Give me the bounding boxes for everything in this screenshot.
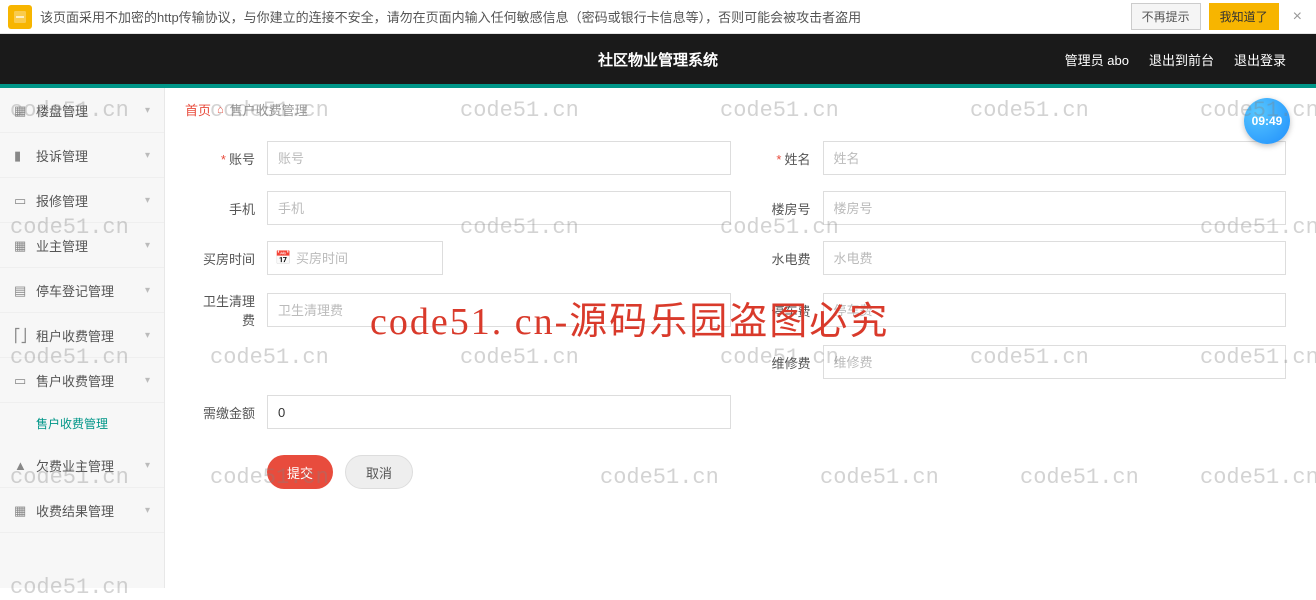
header-front-button[interactable]: 退出到前台 — [1149, 50, 1214, 69]
chevron-down-icon: ▾ — [145, 195, 150, 206]
sidebar-item-label: 业主管理 — [36, 236, 145, 255]
sidebar-item-parking[interactable]: ▤ 停车登记管理 ▾ — [0, 268, 164, 313]
clean-label: 卫生清理费 — [195, 291, 267, 329]
home-icon: ⌂ — [217, 104, 224, 116]
name-input[interactable] — [823, 141, 1287, 175]
header-user[interactable]: 管理员 abo — [1065, 50, 1129, 69]
chevron-down-icon: ▾ — [145, 150, 150, 161]
buytime-input[interactable] — [267, 241, 443, 275]
chevron-down-icon: ▾ — [145, 375, 150, 386]
doc2-icon: ▭ — [14, 373, 28, 387]
parking-input[interactable] — [823, 293, 1287, 327]
header-logout-button[interactable]: 退出登录 — [1234, 50, 1286, 69]
main-content: 首页 ⌂ 售户收费管理 09:49 *账号 *姓名 手机 — [165, 88, 1316, 588]
chevron-down-icon: ▾ — [145, 240, 150, 251]
sidebar-sub-seller-fee[interactable]: 售户收费管理 — [0, 403, 164, 443]
phone-input[interactable] — [267, 191, 731, 225]
security-dismiss-button[interactable]: 不再提示 — [1131, 3, 1201, 30]
close-icon[interactable]: × — [1287, 8, 1308, 26]
account-label: *账号 — [195, 149, 267, 168]
user-icon: ▲ — [14, 458, 28, 472]
sidebar-item-label: 报修管理 — [36, 191, 145, 210]
grid-icon: ▦ — [14, 238, 28, 252]
clock-widget[interactable]: 09:49 — [1244, 98, 1290, 144]
sidebar-item-arrears[interactable]: ▲ 欠费业主管理 ▾ — [0, 443, 164, 488]
chevron-down-icon: ▾ — [145, 330, 150, 341]
total-input[interactable] — [267, 395, 731, 429]
repair-input[interactable] — [823, 345, 1287, 379]
parking-label: 停车费 — [751, 301, 823, 320]
security-text: 该页面采用不加密的http传输协议，与你建立的连接不安全，请勿在页面内输入任何敏… — [40, 7, 1123, 26]
clean-input[interactable] — [267, 293, 731, 327]
app-header: 社区物业管理系统 管理员 abo 退出到前台 退出登录 — [0, 34, 1316, 84]
room-input[interactable] — [823, 191, 1287, 225]
chevron-down-icon: ▾ — [145, 105, 150, 116]
cancel-button[interactable]: 取消 — [345, 455, 413, 489]
chevron-down-icon: ▾ — [145, 505, 150, 516]
utility-label: 水电费 — [751, 249, 823, 268]
chevron-down-icon: ▾ — [145, 285, 150, 296]
sidebar-item-result[interactable]: ▦ 收费结果管理 ▾ — [0, 488, 164, 533]
sidebar-item-label: 租户收费管理 — [36, 326, 145, 345]
sidebar: ▦ 楼盘管理 ▾ ▮ 投诉管理 ▾ ▭ 报修管理 ▾ ▦ 业主管理 ▾ ▤ 停车… — [0, 88, 165, 588]
repair-label: 维修费 — [751, 353, 823, 372]
sidebar-item-label: 收费结果管理 — [36, 501, 145, 520]
account-input[interactable] — [267, 141, 731, 175]
doc-icon: ▭ — [14, 193, 28, 207]
building-icon: ▦ — [14, 103, 28, 117]
sidebar-item-repair[interactable]: ▭ 报修管理 ▾ — [0, 178, 164, 223]
room-label: 楼房号 — [751, 199, 823, 218]
bracket-icon: ⎡⎦ — [14, 328, 28, 342]
name-label: *姓名 — [751, 149, 823, 168]
chevron-down-icon: ▾ — [145, 460, 150, 471]
form: *账号 *姓名 手机 楼房号 — [165, 131, 1316, 519]
sidebar-item-label: 楼盘管理 — [36, 101, 145, 120]
app-title: 社区物业管理系统 — [598, 49, 718, 70]
sidebar-sub-label: 售户收费管理 — [36, 415, 108, 432]
car-icon: ▤ — [14, 283, 28, 297]
buytime-label: 买房时间 — [195, 249, 267, 268]
phone-label: 手机 — [195, 199, 267, 218]
security-banner: 该页面采用不加密的http传输协议，与你建立的连接不安全，请勿在页面内输入任何敏… — [0, 0, 1316, 34]
breadcrumb-current: 售户收费管理 — [230, 100, 308, 119]
sidebar-item-owner[interactable]: ▦ 业主管理 ▾ — [0, 223, 164, 268]
sidebar-item-label: 售户收费管理 — [36, 371, 145, 390]
submit-button[interactable]: 提交 — [267, 455, 333, 489]
utility-input[interactable] — [823, 241, 1287, 275]
sidebar-item-label: 投诉管理 — [36, 146, 145, 165]
total-label: 需缴金额 — [195, 403, 267, 422]
security-ok-button[interactable]: 我知道了 — [1209, 3, 1279, 30]
sidebar-item-complaint[interactable]: ▮ 投诉管理 ▾ — [0, 133, 164, 178]
warning-icon — [8, 5, 32, 29]
sidebar-item-building[interactable]: ▦ 楼盘管理 ▾ — [0, 88, 164, 133]
sidebar-item-seller-fee[interactable]: ▭ 售户收费管理 ▾ — [0, 358, 164, 403]
breadcrumb: 首页 ⌂ 售户收费管理 — [165, 88, 1316, 131]
breadcrumb-home[interactable]: 首页 — [185, 100, 211, 119]
sidebar-item-label: 停车登记管理 — [36, 281, 145, 300]
grid2-icon: ▦ — [14, 503, 28, 517]
sidebar-item-tenant-fee[interactable]: ⎡⎦ 租户收费管理 ▾ — [0, 313, 164, 358]
chart-icon: ▮ — [14, 148, 28, 162]
sidebar-item-label: 欠费业主管理 — [36, 456, 145, 475]
